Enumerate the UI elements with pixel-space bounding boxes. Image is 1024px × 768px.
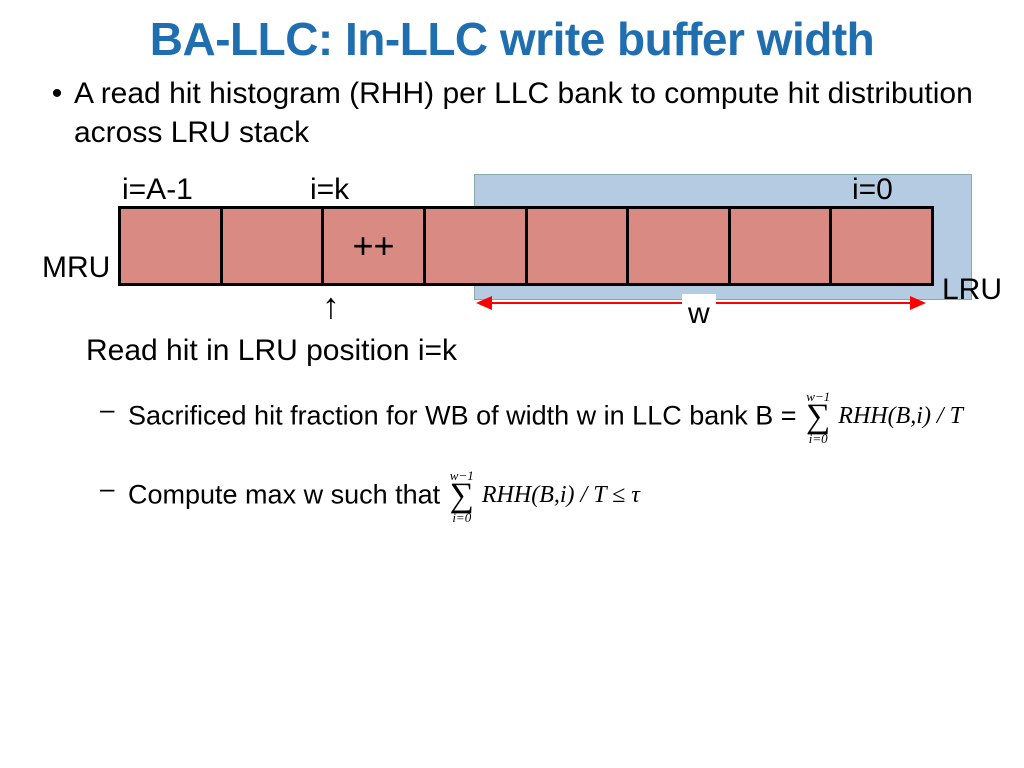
sum-lower: i=0 (452, 511, 471, 524)
sub2-prefix: Compute max w such that (128, 479, 448, 509)
sum-lower: i=0 (809, 432, 828, 445)
lru-cell (629, 209, 731, 283)
sigma-icon: w−1 ∑ i=0 (806, 390, 830, 445)
arrow-up-icon: ↑ (322, 288, 340, 324)
lru-stack-diagram: i=A-1 i=k i=0 ++ MRU LRU ↑ w Read hit in… (42, 156, 982, 376)
dash-icon: – (100, 469, 128, 524)
lru-label: LRU (942, 270, 1002, 309)
lru-cell (223, 209, 325, 283)
sub-bullet-1: – Sacrificed hit fraction for WB of widt… (40, 390, 984, 445)
lru-cells: ++ (118, 206, 934, 286)
label-i-equals-0: i=0 (852, 170, 893, 209)
bullet-dot-icon: • (40, 74, 74, 152)
lru-cell (832, 209, 931, 283)
lru-cell (731, 209, 833, 283)
bullet-1-text: A read hit histogram (RHH) per LLC bank … (74, 74, 984, 152)
slide-title: BA-LLC: In-LLC write buffer width (0, 0, 1024, 74)
sub1-prefix: Sacrificed hit fraction for WB of width … (128, 401, 804, 431)
slide-body: • A read hit histogram (RHH) per LLC ban… (0, 74, 1024, 524)
lru-cell-k: ++ (324, 209, 426, 283)
label-i-a-minus-1: i=A-1 (122, 170, 193, 209)
lru-cell (426, 209, 528, 283)
equation-1-body: RHH(B,i) / T (838, 403, 963, 429)
sigma-symbol: ∑ (806, 403, 830, 432)
dash-icon: – (100, 390, 128, 445)
arrow-left-icon (476, 296, 492, 310)
sigma-symbol: ∑ (450, 482, 474, 511)
arrow-right-icon (910, 296, 926, 310)
sub-bullet-1-text: Sacrificed hit fraction for WB of width … (128, 390, 984, 445)
mru-label: MRU (42, 248, 110, 287)
lru-cell (121, 209, 223, 283)
label-i-equals-k: i=k (310, 170, 349, 209)
equation-2-body: RHH(B,i) / T ≤ τ (482, 482, 640, 508)
diagram-caption: Read hit in LRU position i=k (86, 331, 457, 370)
w-label: w (682, 294, 716, 333)
sub-bullet-2: – Compute max w such that w−1 ∑ i=0 RHH(… (40, 469, 984, 524)
sub-bullet-2-text: Compute max w such that w−1 ∑ i=0 RHH(B,… (128, 469, 984, 524)
sigma-icon: w−1 ∑ i=0 (450, 469, 474, 524)
equation-2: w−1 ∑ i=0 RHH(B,i) / T ≤ τ (448, 469, 640, 524)
equation-1: w−1 ∑ i=0 RHH(B,i) / T (804, 390, 963, 445)
lru-cell (528, 209, 630, 283)
bullet-1: • A read hit histogram (RHH) per LLC ban… (40, 74, 984, 152)
